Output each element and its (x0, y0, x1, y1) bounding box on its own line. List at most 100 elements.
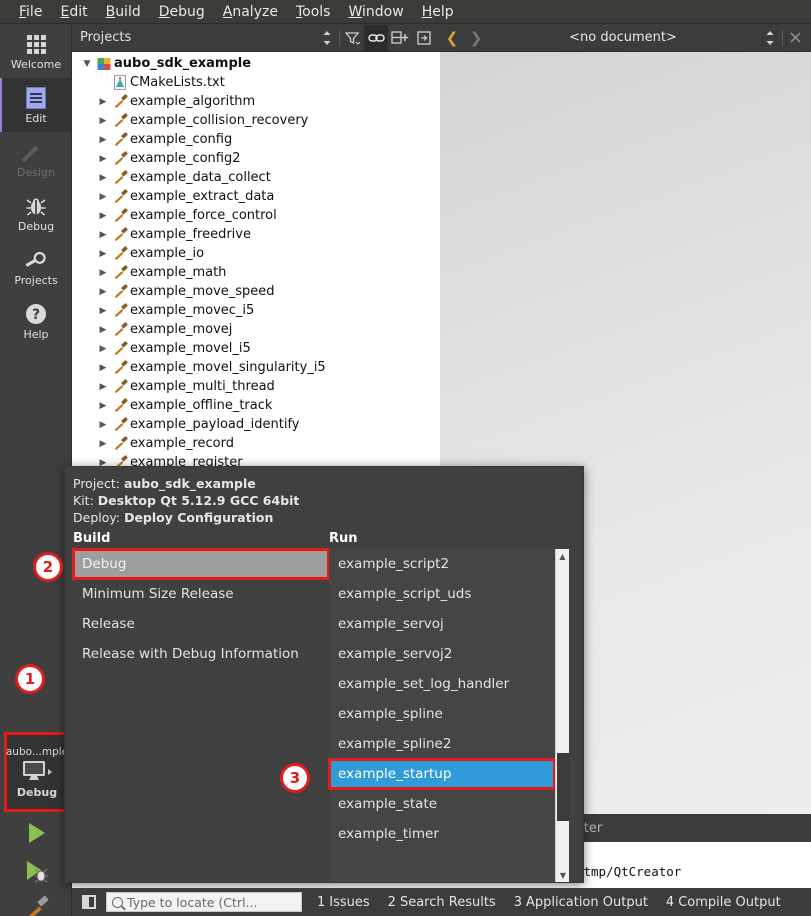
tree-item[interactable]: ▶ example_data_collect (72, 168, 440, 187)
run-config-row[interactable]: example_timer (329, 819, 555, 849)
run-config-row[interactable]: example_spline2 (329, 729, 555, 759)
pane-label: Issues (329, 894, 370, 910)
chevron-right-icon[interactable]: ▶ (96, 230, 110, 240)
split-add-icon[interactable] (388, 25, 412, 51)
pencil-icon (25, 139, 47, 165)
tree-item[interactable]: ▶ example_movej (72, 320, 440, 339)
menu-item-build[interactable]: Build (97, 1, 150, 23)
tree-item[interactable]: ▶ example_movel_i5 (72, 339, 440, 358)
debug-button[interactable] (0, 854, 72, 892)
output-pane-button-search-results[interactable]: 2 Search Results (379, 895, 505, 910)
menu-item-window[interactable]: Window (339, 1, 412, 23)
build-button[interactable] (0, 892, 72, 916)
chevron-right-icon[interactable]: ▶ (96, 325, 110, 335)
run-button[interactable] (0, 816, 72, 854)
menu-item-file[interactable]: File (10, 1, 51, 23)
run-config-row[interactable]: example_script2 (329, 549, 555, 579)
link-icon[interactable] (364, 24, 388, 51)
tree-item[interactable]: ▶ example_offline_track (72, 396, 440, 415)
scrollbar-thumb[interactable] (557, 753, 569, 821)
tree-item[interactable]: ▶ example_algorithm (72, 92, 440, 111)
svg-text:?: ? (32, 307, 40, 323)
tree-item-label: example_move_speed (130, 284, 275, 299)
tree-item[interactable]: ▶ example_multi_thread (72, 377, 440, 396)
sync-selection-icon[interactable] (315, 25, 339, 51)
scroll-up-arrow-icon[interactable]: ▲ (556, 549, 569, 563)
chevron-right-icon[interactable]: ▶ (96, 192, 110, 202)
tree-item[interactable]: ▶ example_move_speed (72, 282, 440, 301)
mode-button-projects[interactable]: Projects (0, 240, 72, 294)
target-selector-popup: Project: aubo_sdk_example Kit: Desktop Q… (64, 466, 584, 883)
pane-label: Application Output (525, 894, 648, 910)
chevron-right-icon[interactable]: ▶ (96, 97, 110, 107)
chevron-right-icon[interactable]: ▶ (96, 344, 110, 354)
run-config-row[interactable]: example_startup (328, 758, 556, 790)
tree-item[interactable]: ▶ example_config (72, 130, 440, 149)
menu-item-tools[interactable]: Tools (287, 1, 340, 23)
menu-item-help[interactable]: Help (413, 1, 463, 23)
chevron-right-icon[interactable]: ▶ (96, 420, 110, 430)
chevron-right-icon[interactable]: ▶ (96, 135, 110, 145)
tree-item[interactable]: ▶ example_movec_i5 (72, 301, 440, 320)
chevron-right-icon[interactable]: ▶ (96, 401, 110, 411)
run-config-row[interactable]: example_spline (329, 699, 555, 729)
build-config-row[interactable]: Minimum Size Release (73, 579, 329, 609)
build-config-row[interactable]: Release (73, 609, 329, 639)
chevron-right-icon[interactable]: ▶ (96, 173, 110, 183)
chevron-right-icon[interactable]: ▶ (96, 363, 110, 373)
split-editor-icon[interactable] (758, 25, 782, 51)
menu-item-analyze[interactable]: Analyze (214, 1, 287, 23)
chevron-right-icon[interactable]: ▶ (96, 211, 110, 221)
chevron-right-icon[interactable]: ▶ (96, 154, 110, 164)
run-config-row[interactable]: example_set_log_handler (329, 669, 555, 699)
mode-button-debug[interactable]: Debug (0, 186, 72, 240)
run-config-row[interactable]: example_servoj (329, 609, 555, 639)
chevron-left-icon[interactable]: ❮ (440, 29, 464, 47)
build-configuration-list[interactable]: Debug Minimum Size Release Release Release … (72, 548, 330, 882)
output-pane-button-issues[interactable]: 1 Issues (308, 895, 379, 910)
tree-item[interactable]: ▶ example_record (72, 434, 440, 453)
tree-item[interactable]: ▶ example_freedrive (72, 225, 440, 244)
scroll-down-arrow-icon[interactable]: ▼ (556, 868, 570, 882)
popup-kit-value: Desktop Qt 5.12.9 GCC 64bit (97, 493, 300, 508)
tree-item[interactable]: ▶ example_math (72, 263, 440, 282)
tree-item[interactable]: CMakeLists.txt (72, 73, 440, 92)
chevron-right-icon[interactable]: ▶ (96, 249, 110, 259)
chevron-right-icon[interactable]: ▶ (96, 268, 110, 278)
output-pane-button-application-output[interactable]: 3 Application Output (505, 895, 657, 910)
mode-button-help[interactable]: ? Help (0, 294, 72, 348)
close-sidebar-icon[interactable] (412, 25, 436, 51)
menu-item-edit[interactable]: Edit (51, 1, 96, 23)
menu-item-debug[interactable]: Debug (150, 1, 214, 23)
mode-button-welcome[interactable]: Welcome (0, 24, 72, 78)
output-pane-button-compile-output[interactable]: 4 Compile Output (657, 895, 790, 910)
tree-item[interactable]: ▶ example_force_control (72, 206, 440, 225)
run-config-row[interactable]: example_script_uds (329, 579, 555, 609)
chevron-right-icon[interactable]: ▶ (96, 439, 110, 449)
close-document-icon[interactable] (783, 25, 807, 51)
run-config-row[interactable]: example_state (329, 789, 555, 819)
filter-icon[interactable] (340, 25, 364, 51)
chevron-right-icon[interactable]: ▶ (96, 287, 110, 297)
locator-input[interactable]: Type to locate (Ctrl... (106, 892, 302, 912)
chevron-right-icon[interactable]: ▶ (96, 306, 110, 316)
mode-button-edit[interactable]: Edit (0, 78, 72, 132)
tree-item[interactable]: ▶ example_config2 (72, 149, 440, 168)
tree-item[interactable]: ▶ example_collision_recovery (72, 111, 440, 130)
tree-item[interactable]: ▶ example_extract_data (72, 187, 440, 206)
chevron-down-icon[interactable]: ▼ (80, 59, 94, 69)
build-config-row[interactable]: Debug (72, 548, 330, 580)
tree-item[interactable]: ▶ example_io (72, 244, 440, 263)
tree-item[interactable]: ▼ aubo_sdk_example (72, 54, 440, 73)
chevron-right-icon[interactable]: ❯ (464, 29, 488, 47)
tree-item[interactable]: ▶ example_movel_singularity_i5 (72, 358, 440, 377)
run-configuration-list[interactable]: example_script2 example_script_uds example… (328, 549, 569, 882)
run-config-row[interactable]: example_servoj2 (329, 639, 555, 669)
tree-item[interactable]: ▶ example_payload_identify (72, 415, 440, 434)
run-list-scrollbar[interactable]: ▲ ▼ (555, 549, 569, 882)
kit-selector-button[interactable]: aubo...mple Debug (4, 732, 70, 812)
chevron-right-icon[interactable]: ▶ (96, 382, 110, 392)
toggle-sidebar-icon[interactable] (78, 893, 100, 911)
build-config-row[interactable]: Release with Debug Information (73, 639, 329, 669)
chevron-right-icon[interactable]: ▶ (96, 116, 110, 126)
